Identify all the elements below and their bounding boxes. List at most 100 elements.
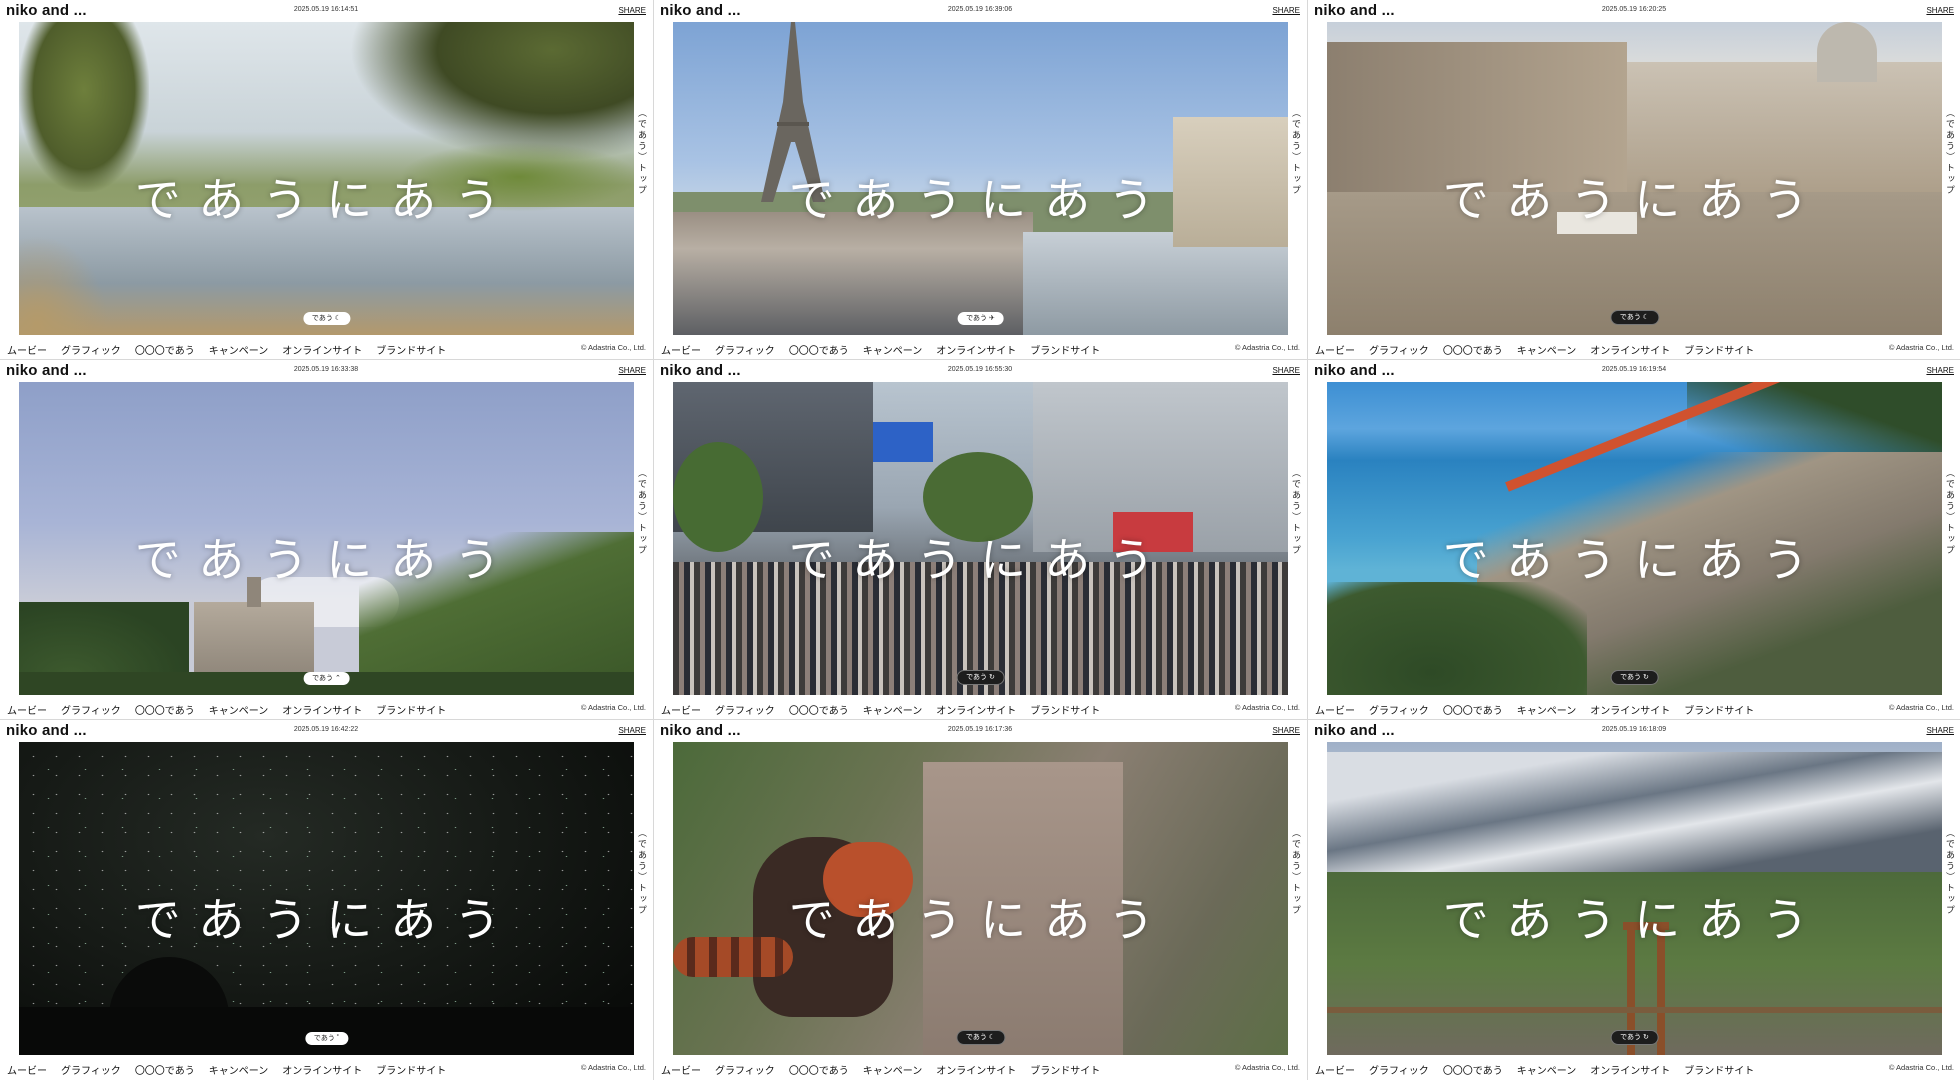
footer-nav-item[interactable]: 〇〇〇であう [1443, 1066, 1503, 1077]
brand-logo[interactable]: niko and ... [660, 362, 741, 379]
deau-toggle-button[interactable]: であう ↻ [956, 670, 1005, 685]
share-link[interactable]: SHARE [1926, 726, 1954, 735]
footer-nav-item[interactable]: ブランドサイト [1684, 706, 1754, 717]
share-link[interactable]: SHARE [618, 366, 646, 375]
footer-nav-item[interactable]: キャンペーン [1517, 1066, 1577, 1077]
footer-nav-item[interactable]: 〇〇〇であう [789, 1066, 849, 1077]
footer-nav-item[interactable]: オンラインサイト [1590, 1066, 1670, 1077]
side-top-link[interactable]: （であう）トップ [1291, 828, 1303, 916]
panel-header: niko and ... 2025.05.19 16:17:36 SHARE [654, 720, 1306, 742]
footer-nav-item[interactable]: キャンペーン [1517, 706, 1577, 717]
side-top-link[interactable]: （であう）トップ [637, 108, 649, 196]
brand-logo[interactable]: niko and ... [6, 362, 87, 379]
footer-nav-item[interactable]: グラフィック [715, 1066, 775, 1077]
footer-nav-item[interactable]: 〇〇〇であう [135, 346, 195, 357]
side-top-link[interactable]: （であう）トップ [1945, 468, 1957, 556]
footer-nav-item[interactable]: グラフィック [61, 346, 121, 357]
footer-nav-item[interactable]: ブランドサイト [376, 346, 446, 357]
footer-nav-item[interactable]: キャンペーン [863, 706, 923, 717]
live-camera-view: であうにあう であう ☾ [673, 742, 1288, 1055]
footer-nav-item[interactable]: オンラインサイト [936, 706, 1016, 717]
footer-nav: ムービー グラフィック 〇〇〇であう キャンペーン オンラインサイト ブランドサイト [661, 342, 1114, 357]
deau-toggle-button[interactable]: であう ⌃ [303, 672, 350, 685]
footer-nav-item[interactable]: 〇〇〇であう [789, 346, 849, 357]
footer-nav-item[interactable]: グラフィック [715, 706, 775, 717]
brand-logo[interactable]: niko and ... [1314, 362, 1395, 379]
footer-nav-item[interactable]: オンラインサイト [282, 346, 362, 357]
footer-nav-item[interactable]: オンラインサイト [282, 706, 362, 717]
side-top-link[interactable]: （であう）トップ [637, 828, 649, 916]
share-link[interactable]: SHARE [1926, 366, 1954, 375]
footer-nav-item[interactable]: ブランドサイト [376, 706, 446, 717]
footer-nav-item[interactable]: キャンペーン [1517, 346, 1577, 357]
footer-nav-item[interactable]: ブランドサイト [1684, 346, 1754, 357]
deau-toggle-button[interactable]: であう ↻ [1610, 670, 1659, 685]
hero-title: であうにあう [1442, 893, 1827, 947]
share-link[interactable]: SHARE [1926, 6, 1954, 15]
side-top-link[interactable]: （であう）トップ [637, 468, 649, 556]
brand-logo[interactable]: niko and ... [6, 2, 87, 19]
deau-toggle-button[interactable]: であう ↻ [1610, 1030, 1659, 1045]
footer-nav-item[interactable]: ムービー [661, 346, 701, 357]
footer-nav-item[interactable]: ブランドサイト [1030, 706, 1100, 717]
footer-nav-item[interactable]: ムービー [1315, 346, 1355, 357]
footer-nav-item[interactable]: グラフィック [715, 346, 775, 357]
share-link[interactable]: SHARE [1272, 726, 1300, 735]
footer-nav-item[interactable]: ムービー [7, 346, 47, 357]
panel-red-panda: niko and ... 2025.05.19 16:17:36 SHARE で… [654, 720, 1306, 1078]
share-link[interactable]: SHARE [618, 726, 646, 735]
hero-title: であうにあう [134, 533, 519, 587]
footer-nav-item[interactable]: グラフィック [1369, 1066, 1429, 1077]
footer-nav-item[interactable]: ムービー [7, 1066, 47, 1077]
side-top-link[interactable]: （であう）トップ [1291, 108, 1303, 196]
footer-nav-item[interactable]: キャンペーン [209, 706, 269, 717]
footer-nav-item[interactable]: キャンペーン [863, 1066, 923, 1077]
footer-nav-item[interactable]: ムービー [7, 706, 47, 717]
footer-nav-item[interactable]: ブランドサイト [1030, 1066, 1100, 1077]
footer-nav-item[interactable]: 〇〇〇であう [1443, 706, 1503, 717]
share-link[interactable]: SHARE [1272, 6, 1300, 15]
live-camera-view: であうにあう であう ☾ [19, 22, 634, 335]
footer-nav-item[interactable]: ムービー [1315, 706, 1355, 717]
deau-toggle-button[interactable]: であう ✈ [957, 312, 1004, 325]
footer-nav-item[interactable]: オンラインサイト [1590, 346, 1670, 357]
footer-nav-item[interactable]: オンラインサイト [282, 1066, 362, 1077]
deau-toggle-button[interactable]: であう ☾ [1609, 310, 1660, 325]
deau-toggle-button[interactable]: であう ˚ [304, 1032, 349, 1045]
footer-nav-item[interactable]: グラフィック [61, 706, 121, 717]
share-link[interactable]: SHARE [618, 6, 646, 15]
brand-logo[interactable]: niko and ... [1314, 722, 1395, 739]
footer-nav-item[interactable]: キャンペーン [863, 346, 923, 357]
footer-nav-item[interactable]: ムービー [661, 706, 701, 717]
footer-nav-item[interactable]: ブランドサイト [376, 1066, 446, 1077]
footer-nav-item[interactable]: 〇〇〇であう [135, 1066, 195, 1077]
footer-nav-item[interactable]: ムービー [661, 1066, 701, 1077]
footer-nav-item[interactable]: ブランドサイト [1684, 1066, 1754, 1077]
deau-toggle-button[interactable]: であう ☾ [955, 1030, 1006, 1045]
side-top-link[interactable]: （であう）トップ [1291, 468, 1303, 556]
side-top-link[interactable]: （であう）トップ [1945, 828, 1957, 916]
side-top-link[interactable]: （であう）トップ [1945, 108, 1957, 196]
deau-toggle-button[interactable]: であう ☾ [302, 312, 351, 325]
footer-nav-item[interactable]: ブランドサイト [1030, 346, 1100, 357]
footer-nav-item[interactable]: 〇〇〇であう [789, 706, 849, 717]
brand-logo[interactable]: niko and ... [660, 2, 741, 19]
footer-nav-item[interactable]: オンラインサイト [936, 346, 1016, 357]
share-link[interactable]: SHARE [1272, 366, 1300, 375]
footer-nav-item[interactable]: ムービー [1315, 1066, 1355, 1077]
panel-night-sky: niko and ... 2025.05.19 16:42:22 SHARE で… [0, 720, 652, 1078]
panel-grid: niko and ... 2025.05.19 16:14:51 SHARE で… [0, 0, 1960, 1080]
footer-nav-item[interactable]: オンラインサイト [936, 1066, 1016, 1077]
footer-nav-item[interactable]: 〇〇〇であう [135, 706, 195, 717]
footer-nav-item[interactable]: グラフィック [1369, 706, 1429, 717]
footer-nav-item[interactable]: 〇〇〇であう [1443, 346, 1503, 357]
brand-logo[interactable]: niko and ... [6, 722, 87, 739]
footer-nav-item[interactable]: グラフィック [61, 1066, 121, 1077]
footer-nav-item[interactable]: オンラインサイト [1590, 706, 1670, 717]
brand-logo[interactable]: niko and ... [660, 722, 741, 739]
footer-nav-item[interactable]: グラフィック [1369, 346, 1429, 357]
brand-logo[interactable]: niko and ... [1314, 2, 1395, 19]
footer-nav-item[interactable]: キャンペーン [209, 1066, 269, 1077]
footer-nav-item[interactable]: キャンペーン [209, 346, 269, 357]
footer-nav: ムービー グラフィック 〇〇〇であう キャンペーン オンラインサイト ブランドサイト [7, 1062, 460, 1077]
